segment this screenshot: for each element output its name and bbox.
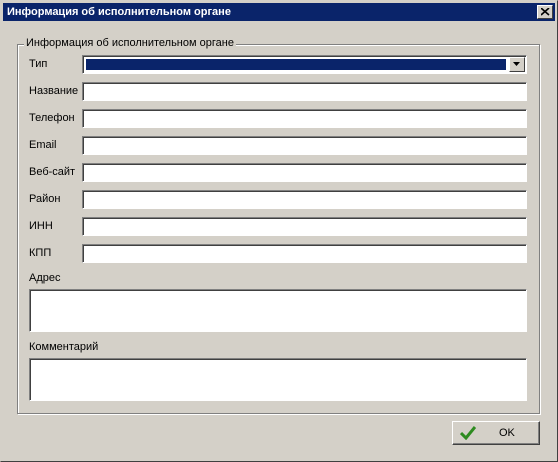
website-label: Веб-сайт [29, 166, 76, 178]
checkmark-icon [460, 426, 476, 440]
type-combobox[interactable] [82, 55, 527, 74]
window-title: Информация об исполнительном органе [7, 6, 231, 18]
phone-label: Телефон [29, 112, 75, 124]
inn-input[interactable] [82, 217, 527, 236]
close-icon [541, 8, 550, 16]
address-label: Адрес [29, 272, 61, 284]
type-selected-value [86, 59, 506, 70]
close-button[interactable] [537, 5, 553, 19]
name-label: Название [29, 85, 79, 97]
title-bar[interactable]: Информация об исполнительном органе [3, 3, 555, 21]
comment-label: Комментарий [29, 341, 99, 353]
address-textarea[interactable] [29, 289, 527, 332]
comment-textarea[interactable] [29, 358, 527, 401]
name-input[interactable] [82, 82, 527, 101]
website-input[interactable] [82, 163, 527, 182]
type-dropdown-button[interactable] [509, 57, 525, 72]
email-label: Email [29, 139, 57, 151]
ok-button-label: OK [499, 427, 515, 439]
kpp-label: КПП [29, 247, 52, 259]
district-label: Район [29, 193, 61, 205]
district-input[interactable] [82, 190, 527, 209]
phone-input[interactable] [82, 109, 527, 128]
inn-label: ИНН [29, 220, 53, 232]
email-input[interactable] [82, 136, 527, 155]
kpp-input[interactable] [82, 244, 527, 263]
ok-button[interactable]: OK [452, 421, 540, 445]
groupbox-title: Информация об исполнительном органе [24, 37, 236, 49]
type-label: Тип [29, 58, 48, 70]
chevron-down-icon [513, 62, 520, 66]
